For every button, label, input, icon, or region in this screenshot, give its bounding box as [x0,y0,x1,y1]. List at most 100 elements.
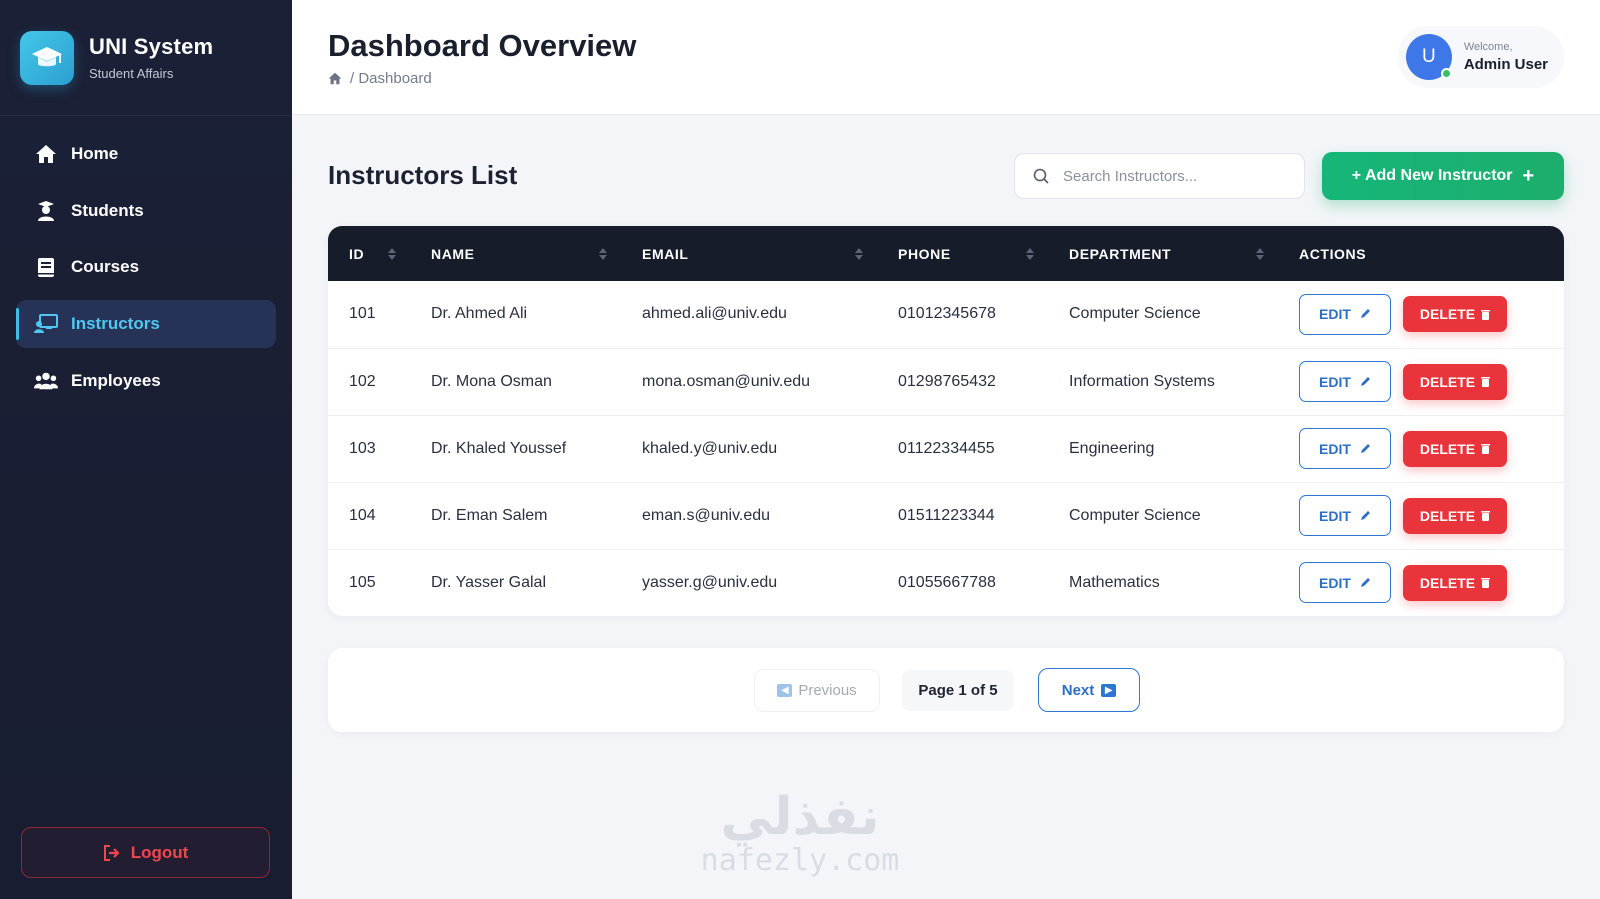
cell-name: Dr. Ahmed Ali [431,305,528,323]
edit-button[interactable]: EDIT [1299,428,1391,469]
column-header-id[interactable]: ID [328,226,410,281]
cell-name: Dr. Mona Osman [431,372,552,390]
arrow-left-icon: ◀ [777,684,793,697]
sidebar-item-instructors[interactable]: Instructors [16,300,276,349]
pencil-icon [1359,577,1371,589]
cell-email: yasser.g@univ.edu [642,573,778,591]
section-title: Instructors List [328,160,518,190]
cell-actions: EDIT DELETE [1278,549,1564,616]
cell-department: Computer Science [1069,506,1201,524]
edit-button[interactable]: EDIT [1299,562,1391,604]
brand-title: UNI System [89,34,214,59]
column-header-department[interactable]: DEPARTMENT [1048,226,1278,281]
table-row: 105 Dr. Yasser Galal yasser.g@univ.edu 0105… [328,549,1564,616]
trash-icon [1481,577,1491,589]
trash-icon [1481,443,1491,454]
cell-department: Mathematics [1069,573,1160,591]
book-icon [34,255,58,279]
edit-label: EDIT [1319,440,1351,457]
cell-id: 101 [349,305,376,323]
breadcrumb-current: / Dashboard [350,70,432,87]
cell-phone: 01055667788 [898,573,996,591]
next-page-button[interactable]: Next ▶ [1038,668,1140,712]
avatar-initial: U [1421,46,1436,67]
cell-id: 105 [349,573,376,591]
avatar: U [1405,34,1452,80]
cell-email: ahmed.ali@univ.edu [642,305,787,323]
cell-email: khaled.y@univ.edu [642,439,778,457]
delete-label: DELETE [1419,574,1476,591]
delete-label: DELETE [1419,373,1476,390]
cell-phone: 01012345678 [898,305,996,323]
add-instructor-label: + Add New Instructor [1351,167,1513,184]
delete-button[interactable]: DELETE [1403,430,1507,467]
home-icon [34,142,58,166]
cell-phone: 01298765432 [898,372,996,390]
home-icon[interactable] [328,72,342,85]
sidebar-item-label: Students [71,200,144,220]
user-name: Admin User [1463,56,1548,73]
delete-label: DELETE [1419,507,1476,524]
cell-id: 102 [349,372,376,390]
sidebar-item-students[interactable]: Students [16,187,276,235]
search-input[interactable] [1063,167,1283,185]
cell-phone: 01511223344 [898,506,995,524]
brand-subtitle: Student Affairs [89,66,174,81]
edit-label: EDIT [1319,373,1351,390]
cell-id: 104 [349,506,376,524]
edit-label: EDIT [1319,574,1351,591]
sort-icon [1256,247,1264,260]
column-header-name[interactable]: NAME [410,226,621,281]
breadcrumb: / Dashboard [328,70,432,87]
sort-icon [388,247,396,260]
pencil-icon [1359,510,1371,522]
cell-email: mona.osman@univ.edu [642,372,811,390]
delete-button[interactable]: DELETE [1403,363,1507,400]
cell-id: 103 [349,439,376,457]
users-icon [34,369,58,393]
logout-label: Logout [130,842,189,862]
delete-button[interactable]: DELETE [1403,564,1507,601]
previous-page-button[interactable]: ◀ Previous [754,669,880,712]
cell-name: Dr. Eman Salem [431,506,548,524]
cell-actions: EDIT DELETE [1278,415,1564,482]
pencil-icon [1359,443,1371,455]
watermark-latin: nafezly.com [700,843,900,878]
edit-button[interactable]: EDIT [1299,495,1391,536]
search-icon [1033,168,1049,184]
column-header-email[interactable]: EMAIL [621,226,877,281]
table-row: 103 Dr. Khaled Youssef khaled.y@univ.edu 01… [328,415,1564,482]
table-row: 104 Dr. Eman Salem eman.s@univ.edu 01511223… [328,482,1564,549]
logout-button[interactable]: Logout [21,827,270,878]
arrow-right-icon: ▶ [1101,683,1117,697]
sidebar-nav: Home Students Courses Instructors Employ… [0,130,292,405]
cell-actions: EDIT DELETE [1278,348,1564,415]
user-menu[interactable]: U Welcome, Admin User [1397,26,1564,88]
previous-label: Previous [798,682,857,699]
sort-icon [855,247,863,260]
pencil-icon [1359,376,1371,388]
watermark-arabic: نفذلي [720,787,880,847]
delete-button[interactable]: DELETE [1403,497,1507,534]
online-status-dot [1440,68,1452,79]
delete-button[interactable]: DELETE [1403,296,1507,333]
cell-phone: 01122334455 [898,439,995,457]
cell-email: eman.s@univ.edu [642,506,771,524]
cell-actions: EDIT DELETE [1278,281,1564,348]
edit-label: EDIT [1319,306,1351,323]
sidebar-item-label: Instructors [71,314,160,334]
sidebar: UNI System Student Affairs Home Students… [0,0,292,899]
cell-actions: EDIT DELETE [1278,482,1564,549]
table-row: 101 Dr. Ahmed Ali ahmed.ali@univ.edu 010123… [328,281,1564,348]
sidebar-item-home[interactable]: Home [16,130,276,178]
edit-button[interactable]: EDIT [1299,293,1391,335]
add-instructor-button[interactable]: + Add New Instructor + [1322,152,1564,200]
sidebar-item-courses[interactable]: Courses [16,243,276,291]
sidebar-item-employees[interactable]: Employees [16,357,276,405]
edit-button[interactable]: EDIT [1299,361,1391,402]
pagination: ◀ Previous Page 1 of 5 Next ▶ [328,648,1564,732]
sign-out-icon [103,844,121,861]
column-header-phone[interactable]: PHONE [877,226,1048,281]
sidebar-item-label: Home [71,144,119,163]
sort-icon [1026,247,1034,260]
